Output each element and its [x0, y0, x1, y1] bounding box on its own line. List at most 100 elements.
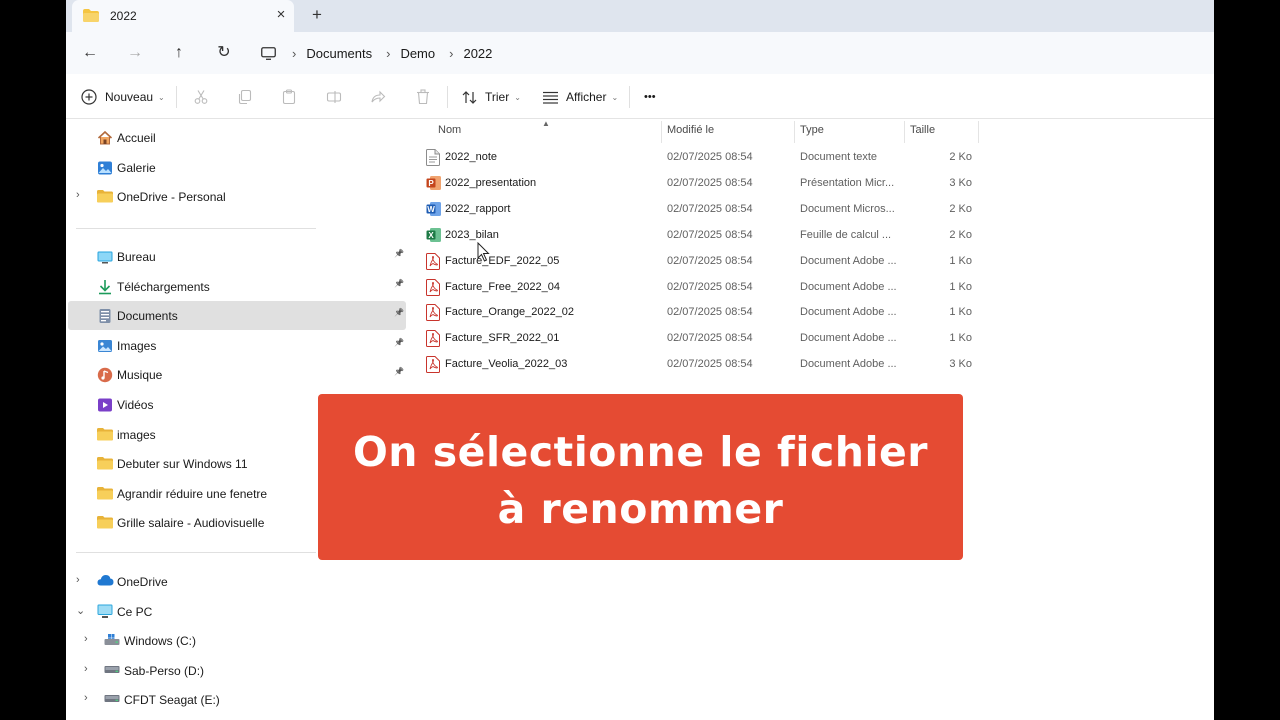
pin-icon[interactable]: 📌	[394, 308, 404, 317]
file-name: Facture_Orange_2022_02	[445, 306, 575, 319]
file-size: 2 Ko	[949, 228, 972, 241]
file-size: 1 Ko	[949, 254, 972, 267]
column-divider[interactable]	[794, 121, 795, 143]
sidebar-item-accueil[interactable]: Accueil	[68, 123, 406, 152]
chevron-right-icon[interactable]: ›	[76, 189, 80, 201]
file-row[interactable]: Facture_Orange_2022_02 02/07/2025 08:54 Do…	[420, 300, 980, 326]
trash-icon[interactable]	[415, 89, 431, 105]
address-bar: ← → ↑ ↻ › Documents › Demo › 2022	[66, 32, 1214, 74]
sidebar-divider	[76, 552, 316, 553]
file-name: Facture_SFR_2022_01	[445, 332, 560, 345]
view-list-icon	[543, 91, 558, 104]
cut-icon[interactable]	[193, 89, 209, 105]
pin-icon[interactable]: 📌	[394, 279, 404, 288]
pdf-file-icon	[426, 252, 440, 270]
sort-button[interactable]: Trier ⌄	[462, 86, 521, 108]
chevron-right-icon[interactable]: ›	[84, 692, 88, 704]
paste-icon[interactable]	[281, 89, 297, 105]
chevron-right-icon[interactable]: ›	[84, 633, 88, 645]
column-header-type[interactable]: Type	[800, 124, 824, 136]
file-row[interactable]: Facture_Free_2022_04 02/07/2025 08:54 Docu…	[420, 275, 980, 301]
pdf-file-icon	[426, 356, 440, 374]
pin-icon[interactable]: 📌	[394, 249, 404, 258]
folder-icon	[97, 486, 113, 502]
column-divider[interactable]	[661, 121, 662, 143]
tab-2022[interactable]: 2022 ×	[72, 0, 294, 32]
breadcrumb-demo[interactable]: Demo	[400, 46, 435, 61]
forward-arrow-icon[interactable]: →	[123, 42, 147, 64]
chevron-right-icon[interactable]: ›	[292, 46, 296, 61]
sidebar-item-images[interactable]: Images 📌	[68, 331, 406, 360]
rename-icon[interactable]	[326, 89, 342, 105]
column-header-modified[interactable]: Modifié le	[667, 124, 714, 136]
sidebar-item-windows-c[interactable]: › Windows (C:)	[68, 626, 406, 655]
breadcrumb-2022[interactable]: 2022	[463, 46, 492, 61]
view-button-label: Afficher	[566, 90, 607, 104]
file-size: 1 Ko	[949, 332, 972, 345]
file-row[interactable]: 2022_note 02/07/2025 08:54 Document texte 2…	[420, 145, 980, 171]
sidebar-item-label: Documents	[117, 309, 178, 324]
sidebar-item-telechargements[interactable]: Téléchargements 📌	[68, 272, 406, 301]
sidebar-item-label: Agrandir réduire une fenetre	[117, 486, 268, 501]
column-header-name[interactable]: Nom	[438, 124, 461, 136]
file-type: Document Adobe ...	[800, 306, 897, 319]
back-arrow-icon[interactable]: ←	[78, 42, 102, 64]
file-size: 2 Ko	[949, 202, 972, 215]
view-button[interactable]: Afficher ⌄	[543, 86, 618, 108]
pin-icon[interactable]: 📌	[394, 338, 404, 347]
sidebar-item-cfdt-seagat-e[interactable]: › CFDT Seagat (E:)	[68, 685, 406, 714]
close-icon[interactable]: ×	[272, 6, 290, 24]
file-row[interactable]: Facture_EDF_2022_05 02/07/2025 08:54 Docum…	[420, 249, 980, 275]
breadcrumb: › Documents › Demo › 2022	[258, 38, 492, 68]
chevron-down-icon: ⌄	[514, 92, 521, 102]
command-bar: Nouveau ⌄ Trier ⌄ Afficher ⌄ •••	[66, 74, 1214, 119]
sidebar-item-label: Galerie	[117, 160, 156, 175]
up-arrow-icon[interactable]: ↑	[167, 42, 191, 64]
file-row[interactable]: Facture_Veolia_2022_03 02/07/2025 08:54 Do…	[420, 352, 980, 378]
file-row[interactable]: W 2022_rapport 02/07/2025 08:54 Document Mi…	[420, 197, 980, 223]
svg-text:W: W	[427, 205, 435, 214]
share-icon[interactable]	[370, 89, 386, 105]
monitor-icon[interactable]	[258, 46, 278, 60]
sidebar-item-onedrive[interactable]: › OneDrive	[68, 567, 406, 596]
file-modified-date: 02/07/2025 08:54	[667, 358, 753, 371]
new-tab-button[interactable]: +	[306, 5, 328, 27]
refresh-icon[interactable]: ↻	[212, 42, 236, 64]
pin-icon[interactable]: 📌	[394, 367, 404, 376]
column-header-size[interactable]: Taille	[910, 124, 935, 136]
new-button[interactable]: Nouveau ⌄	[81, 86, 165, 108]
file-modified-date: 02/07/2025 08:54	[667, 332, 753, 345]
chevron-down-icon[interactable]: ⌄	[76, 604, 85, 617]
sidebar-item-ce-pc[interactable]: ⌄ Ce PC	[68, 597, 406, 626]
file-type: Document texte	[800, 151, 878, 163]
sidebar-item-bureau[interactable]: Bureau 📌	[68, 242, 406, 271]
file-type: Feuille de calcul ...	[800, 228, 892, 241]
file-name: Facture_Veolia_2022_03	[445, 358, 568, 371]
toolbar-divider	[176, 86, 177, 108]
sidebar-item-onedrive-personal[interactable]: › OneDrive - Personal	[68, 182, 406, 211]
column-divider[interactable]	[978, 121, 979, 143]
file-type: Document Adobe ...	[800, 332, 897, 345]
folder-icon	[97, 515, 113, 531]
drive-icon	[104, 633, 120, 649]
mouse-cursor-icon	[477, 242, 490, 262]
text-file-icon	[426, 149, 440, 166]
copy-icon[interactable]	[237, 89, 253, 105]
sidebar-item-musique[interactable]: Musique 📌	[68, 360, 406, 389]
breadcrumb-documents[interactable]: Documents	[306, 46, 372, 61]
file-row[interactable]: X 2023_bilan 02/07/2025 08:54 Feuille de ca…	[420, 223, 980, 249]
chevron-right-icon[interactable]: ›	[84, 663, 88, 675]
file-row[interactable]: Facture_SFR_2022_01 02/07/2025 08:54 Docum…	[420, 326, 980, 352]
chevron-right-icon[interactable]: ›	[76, 574, 80, 586]
sidebar-item-label: Ce PC	[117, 604, 153, 619]
chevron-right-icon[interactable]: ›	[449, 46, 453, 61]
more-options-button[interactable]: •••	[644, 86, 656, 108]
sidebar-item-galerie[interactable]: Galerie	[68, 153, 406, 182]
file-size: 3 Ko	[949, 176, 972, 189]
file-name: 2022_note	[445, 151, 497, 163]
sidebar-item-sab-perso-d[interactable]: › Sab-Perso (D:)	[68, 656, 406, 685]
column-divider[interactable]	[904, 121, 905, 143]
chevron-right-icon[interactable]: ›	[386, 46, 390, 61]
file-row[interactable]: P 2022_presentation 02/07/2025 08:54 Présen…	[420, 171, 980, 197]
sidebar-item-documents[interactable]: Documents 📌	[68, 301, 406, 331]
